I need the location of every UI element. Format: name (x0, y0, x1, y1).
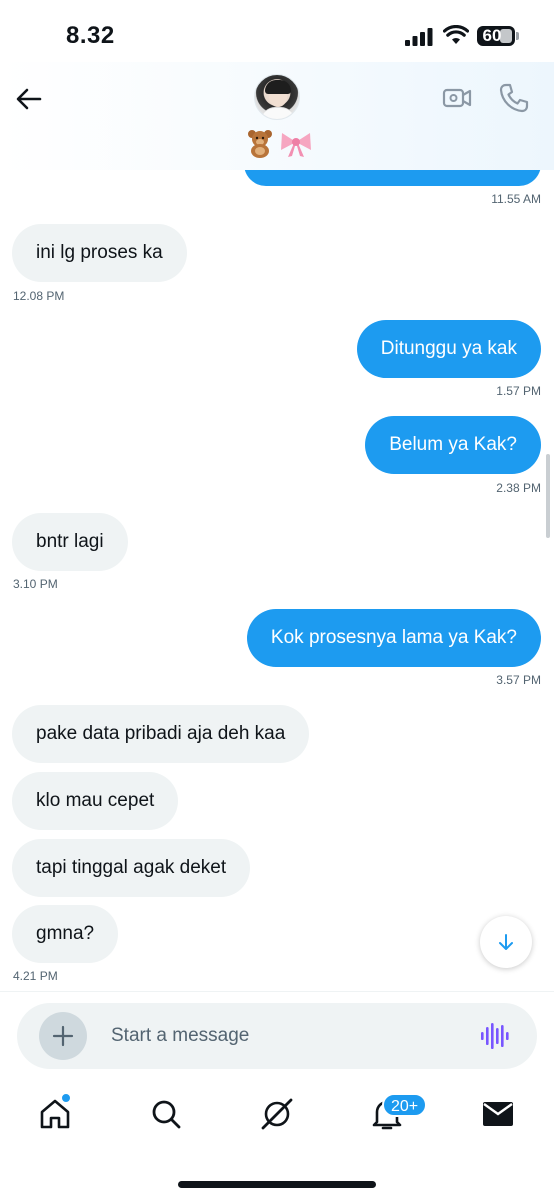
notifications-badge: 20+ (382, 1093, 428, 1117)
home-notification-dot (61, 1093, 71, 1103)
bottom-navigation (0, 1080, 554, 1156)
status-bar: 8.32 60 (0, 0, 554, 70)
message-list[interactable]: 11.55 AM ini lg proses ka 12.08 PM Ditun… (0, 170, 554, 992)
wifi-icon (443, 25, 469, 44)
battery-icon: 60 (477, 26, 515, 46)
message-bubble-out-partial[interactable] (244, 170, 541, 186)
message-bubble-in[interactable]: klo mau cepet (12, 772, 179, 830)
message-input[interactable] (111, 1003, 451, 1069)
status-time: 8.32 (66, 22, 115, 49)
message-bubble-out[interactable]: Kok prosesnya lama ya Kak? (246, 609, 541, 667)
scrollbar[interactable] (546, 454, 550, 538)
grok-icon (261, 1098, 293, 1130)
nav-grok[interactable] (257, 1094, 297, 1134)
video-call-icon[interactable] (442, 84, 472, 112)
message-time: 4.21 PM (13, 969, 58, 983)
add-media-button[interactable] (39, 1012, 87, 1060)
message-time: 11.55 AM (491, 192, 541, 206)
message-bubble-out[interactable]: Belum ya Kak? (365, 416, 541, 474)
message-bubble-in[interactable]: bntr lagi (12, 513, 128, 571)
signal-icon (405, 28, 433, 46)
back-arrow-icon[interactable] (14, 84, 44, 114)
scroll-to-bottom-button[interactable] (480, 916, 532, 968)
message-bubble-in[interactable]: gmna? (12, 905, 119, 963)
nav-search[interactable] (146, 1094, 186, 1134)
message-bubble-in[interactable]: pake data pribadi aja deh kaa (12, 705, 310, 763)
phone-call-icon[interactable] (498, 82, 530, 114)
voice-message-icon[interactable] (480, 1022, 510, 1050)
message-bubble-in[interactable]: ini lg proses ka (12, 224, 187, 282)
plus-icon (52, 1025, 74, 1047)
arrow-down-icon (499, 934, 513, 950)
home-indicator[interactable] (178, 1181, 376, 1188)
message-time: 12.08 PM (13, 289, 65, 303)
message-time: 2.38 PM (496, 481, 541, 495)
message-bubble-out[interactable]: Ditunggu ya kak (356, 320, 541, 378)
conversation-header (0, 62, 554, 170)
nav-messages[interactable] (478, 1094, 518, 1134)
contact-name-emoji[interactable] (244, 128, 314, 158)
message-time: 1.57 PM (496, 384, 541, 398)
message-time: 3.10 PM (13, 577, 58, 591)
message-bubble-in[interactable]: tapi tinggal agak deket (12, 839, 251, 897)
battery-level: 60 (482, 26, 502, 45)
search-icon (152, 1100, 181, 1129)
message-time: 3.57 PM (496, 673, 541, 687)
envelope-icon (483, 1102, 513, 1126)
avatar[interactable] (254, 74, 300, 120)
message-composer (17, 1003, 537, 1069)
